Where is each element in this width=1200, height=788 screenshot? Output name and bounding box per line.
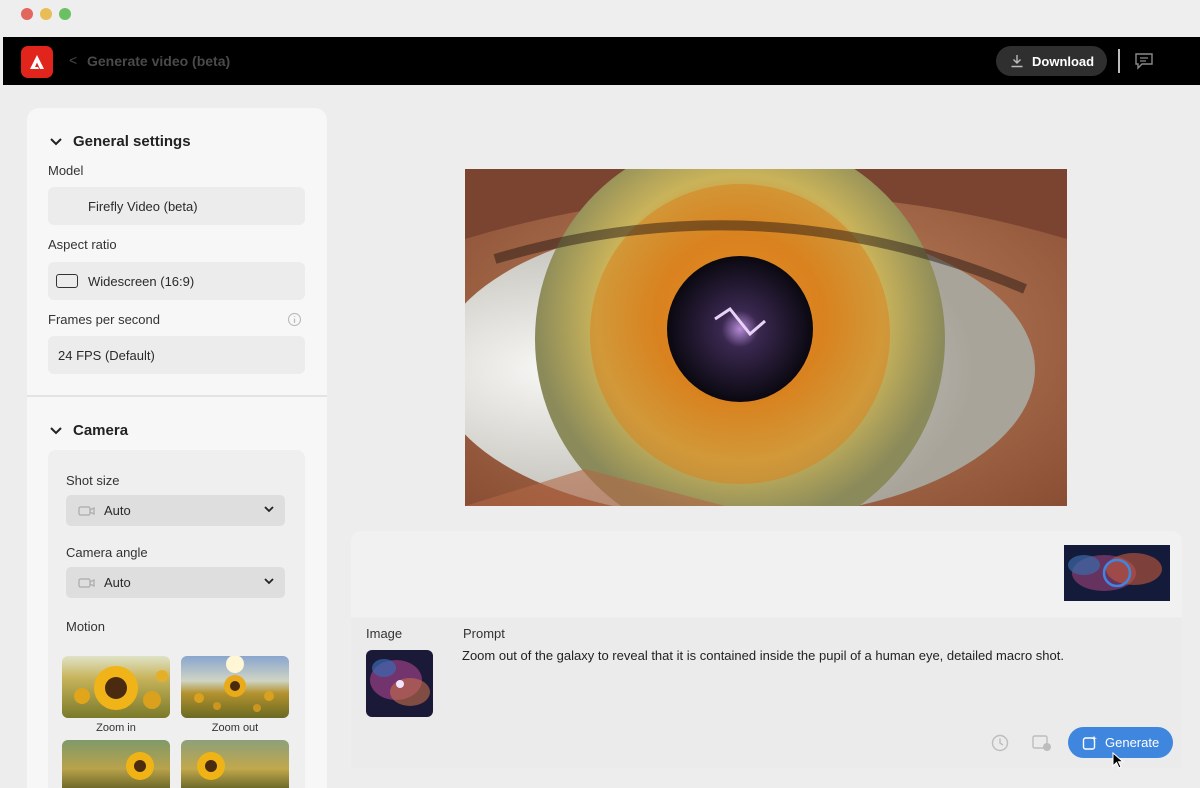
generate-label: Generate xyxy=(1105,735,1160,750)
video-preview[interactable] xyxy=(465,169,1067,506)
camera-icon xyxy=(78,577,95,588)
camera-header[interactable]: Camera xyxy=(49,422,128,439)
download-button[interactable]: Download xyxy=(996,46,1107,76)
camera-angle-value: Auto xyxy=(104,575,131,590)
sunflower-field-image xyxy=(194,656,274,712)
aspect-ratio-label: Aspect ratio xyxy=(48,237,117,252)
shot-size-select[interactable]: Auto xyxy=(66,495,285,526)
history-icon[interactable] xyxy=(990,733,1010,753)
aspect-ratio-value: Widescreen (16:9) xyxy=(88,273,195,289)
motion-thumbnail[interactable] xyxy=(181,740,289,788)
sunflower-image xyxy=(74,666,168,710)
camera-settings-box: Shot size Auto Camera angle Auto Motion … xyxy=(48,450,305,788)
generated-video-thumbnail[interactable] xyxy=(1064,545,1170,601)
mouse-cursor-icon xyxy=(1112,752,1124,769)
maximize-window-button[interactable] xyxy=(59,8,71,20)
fps-label: Frames per second xyxy=(48,312,160,327)
camera-angle-label: Camera angle xyxy=(66,545,148,560)
shot-size-label: Shot size xyxy=(66,473,120,488)
camera-icon xyxy=(78,505,95,516)
window-titlebar xyxy=(0,0,1200,37)
app-header: < Generate video (beta) Download xyxy=(3,37,1200,85)
widescreen-icon xyxy=(56,274,78,288)
motion-thumbnail[interactable] xyxy=(62,740,170,788)
section-divider xyxy=(27,395,327,397)
galaxy-image xyxy=(366,650,433,717)
model-field[interactable]: Firefly Video (beta) xyxy=(48,187,305,225)
adobe-logo-icon[interactable] xyxy=(21,46,53,78)
download-label: Download xyxy=(1032,53,1095,69)
galaxy-image xyxy=(1064,545,1170,601)
model-label: Model xyxy=(48,163,84,178)
download-icon xyxy=(1011,55,1023,68)
motion-label: Motion xyxy=(66,619,106,634)
motion-zoom-out-thumbnail[interactable] xyxy=(181,656,289,718)
motion-zoom-in-thumbnail[interactable] xyxy=(62,656,170,718)
camera-angle-select[interactable]: Auto xyxy=(66,567,285,598)
chevron-down-icon xyxy=(264,506,274,513)
info-icon[interactable] xyxy=(287,312,302,327)
close-window-button[interactable] xyxy=(21,8,33,20)
camera-title: Camera xyxy=(73,422,129,439)
motion-zoom-out-label: Zoom out xyxy=(211,722,259,734)
prompt-input[interactable]: Zoom out of the galaxy to reveal that it… xyxy=(462,648,1064,663)
general-settings-title: General settings xyxy=(73,133,191,150)
motion-zoom-in-label: Zoom in xyxy=(96,722,136,734)
back-chevron-icon[interactable]: < xyxy=(69,52,77,68)
feedback-icon[interactable] xyxy=(1134,52,1154,70)
general-settings-header[interactable]: General settings xyxy=(49,133,191,150)
model-value: Firefly Video (beta) xyxy=(88,198,198,214)
sunflower-image xyxy=(197,752,225,780)
chevron-down-icon xyxy=(50,137,62,145)
generate-icon xyxy=(1082,735,1097,750)
fps-value: 24 FPS (Default) xyxy=(58,347,155,363)
prompt-label: Prompt xyxy=(463,626,505,641)
thumbnail-strip xyxy=(351,531,1182,617)
shot-size-value: Auto xyxy=(104,503,131,518)
header-divider xyxy=(1118,49,1120,73)
minimize-window-button[interactable] xyxy=(40,8,52,20)
chevron-down-icon xyxy=(264,578,274,585)
chevron-down-icon xyxy=(50,426,62,434)
settings-panel: General settings Model Firefly Video (be… xyxy=(27,108,327,788)
reference-image-thumbnail[interactable] xyxy=(366,650,433,717)
image-label: Image xyxy=(366,626,403,641)
image-settings-icon[interactable] xyxy=(1031,733,1053,753)
sunflower-image xyxy=(126,752,154,780)
aspect-ratio-field[interactable]: Widescreen (16:9) xyxy=(48,262,305,300)
eye-macro-image xyxy=(465,169,1067,506)
page-title: Generate video (beta) xyxy=(87,53,231,69)
fps-field[interactable]: 24 FPS (Default) xyxy=(48,336,305,374)
